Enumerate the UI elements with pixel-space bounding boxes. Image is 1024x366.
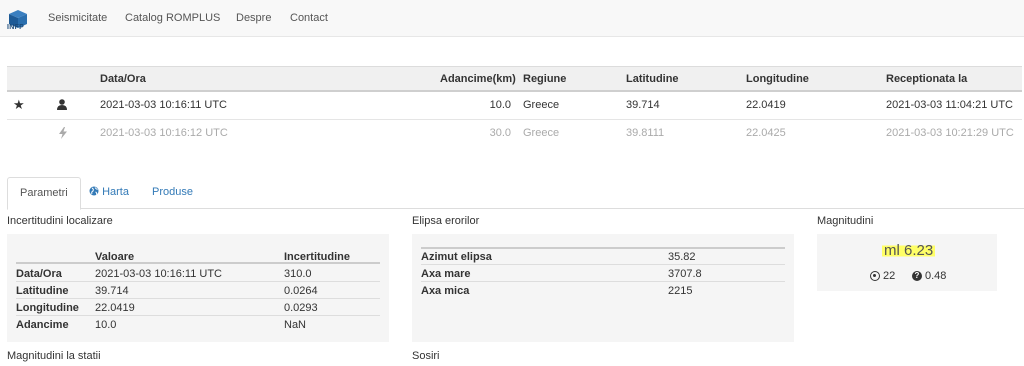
- row-value: 35.82: [668, 251, 696, 263]
- row-label: Latitudine: [16, 285, 69, 297]
- nav-seismicitate[interactable]: Seismicitate: [48, 12, 107, 24]
- event-lat: 39.714: [626, 99, 660, 111]
- row-uncertainty: 0.0293: [284, 302, 318, 314]
- divider: [421, 247, 785, 249]
- header-incertitudine: Incertitudine: [284, 251, 351, 263]
- divider: [16, 298, 380, 299]
- navbar: INFP Seismicitate Catalog ROMPLUS Despre…: [0, 0, 1024, 37]
- event-depth: 10.0: [489, 99, 511, 111]
- row-uncertainty: 310.0: [284, 268, 312, 280]
- event-lon: 22.0425: [746, 127, 786, 139]
- row-value: 22.0419: [95, 302, 135, 314]
- event-received: 2021-03-03 11:04:21 UTC: [886, 99, 1013, 111]
- col-latitudine: Latitudine: [626, 73, 679, 85]
- col-regiune: Regiune: [523, 73, 567, 85]
- row-label: Axa mare: [421, 268, 471, 280]
- nav-despre[interactable]: Despre: [236, 12, 271, 24]
- table-row[interactable]: 2021-03-03 10:16:12 UTC 30.0 Greece 39.8…: [7, 120, 1022, 148]
- magnitude-title: Magnitudini: [817, 215, 874, 227]
- star-icon[interactable]: ★: [13, 97, 25, 113]
- row-value: 3707.8: [668, 268, 702, 280]
- event-time: 2021-03-03 10:16:12 UTC: [100, 127, 228, 139]
- magnitude-value: ml 6.23: [882, 242, 936, 259]
- tab-harta[interactable]: Harta: [77, 177, 141, 209]
- question-icon: ?: [912, 271, 922, 281]
- row-label: Axa mica: [421, 285, 470, 297]
- tab-parametri[interactable]: Parametri: [7, 177, 81, 210]
- event-region: Greece: [523, 127, 560, 139]
- row-label: Azimut elipsa: [421, 251, 492, 263]
- row-uncertainty: NaN: [284, 319, 307, 331]
- row-label: Adancime: [16, 319, 69, 331]
- event-lon: 22.0419: [746, 99, 786, 111]
- target-icon: [870, 271, 880, 281]
- event-time: 2021-03-03 10:16:11 UTC: [100, 99, 227, 111]
- tab-parametri-label: Parametri: [20, 187, 68, 199]
- events-table: Data/Ora Adancime(km) Regiune Latitudine…: [7, 66, 1022, 148]
- col-longitudine: Longitudine: [746, 73, 809, 85]
- row-value: 10.0: [95, 319, 117, 331]
- event-lat: 39.8111: [626, 127, 665, 139]
- row-value: 2021-03-03 10:16:11 UTC: [95, 268, 222, 280]
- event-depth: 30.0: [489, 127, 511, 139]
- event-region: Greece: [523, 99, 560, 111]
- globe-icon: [89, 186, 99, 196]
- col-receptionata: Receptionata la: [886, 73, 968, 85]
- logo-text: INFP: [7, 24, 25, 31]
- col-adancime: Adancime(km): [440, 73, 516, 85]
- divider: [421, 264, 785, 265]
- station-magnitudes-title: Magnitudini la statii: [7, 350, 101, 362]
- row-value: 2215: [668, 285, 693, 297]
- arrivals-title: Sosiri: [412, 350, 440, 362]
- event-received: 2021-03-03 10:21:29 UTC: [886, 127, 1014, 139]
- station-count: 22: [870, 270, 895, 282]
- tab-produse[interactable]: Produse: [140, 177, 205, 209]
- nav-catalog-romplus[interactable]: Catalog ROMPLUS: [125, 12, 220, 24]
- tab-produse-label: Produse: [152, 186, 193, 198]
- divider: [16, 315, 380, 316]
- events-table-header: Data/Ora Adancime(km) Regiune Latitudine…: [7, 66, 1022, 92]
- ellipse-title: Elipsa erorilor: [412, 215, 480, 227]
- tab-harta-label: Harta: [102, 186, 129, 198]
- row-label: Data/Ora: [16, 268, 62, 280]
- table-row[interactable]: ★ 2021-03-03 10:16:11 UTC 10.0 Greece 39…: [7, 92, 1022, 120]
- divider: [16, 281, 380, 282]
- user-icon: [57, 99, 67, 110]
- lightning-icon: [59, 127, 67, 139]
- header-valoare: Valoare: [95, 251, 135, 263]
- nav-contact[interactable]: Contact: [290, 12, 328, 24]
- row-label: Longitudine: [16, 302, 79, 314]
- row-value: 39.714: [95, 285, 129, 297]
- divider: [421, 281, 785, 282]
- magnitude-uncertainty: ? 0.48: [912, 270, 946, 282]
- station-count-value: 22: [883, 270, 896, 282]
- col-data-ora: Data/Ora: [100, 73, 146, 85]
- magnitude-uncertainty-value: 0.48: [925, 270, 947, 282]
- row-uncertainty: 0.0264: [284, 285, 318, 297]
- tab-bar: Parametri Harta Produse: [7, 177, 1024, 210]
- location-uncertainty-title: Incertitudini localizare: [7, 215, 113, 227]
